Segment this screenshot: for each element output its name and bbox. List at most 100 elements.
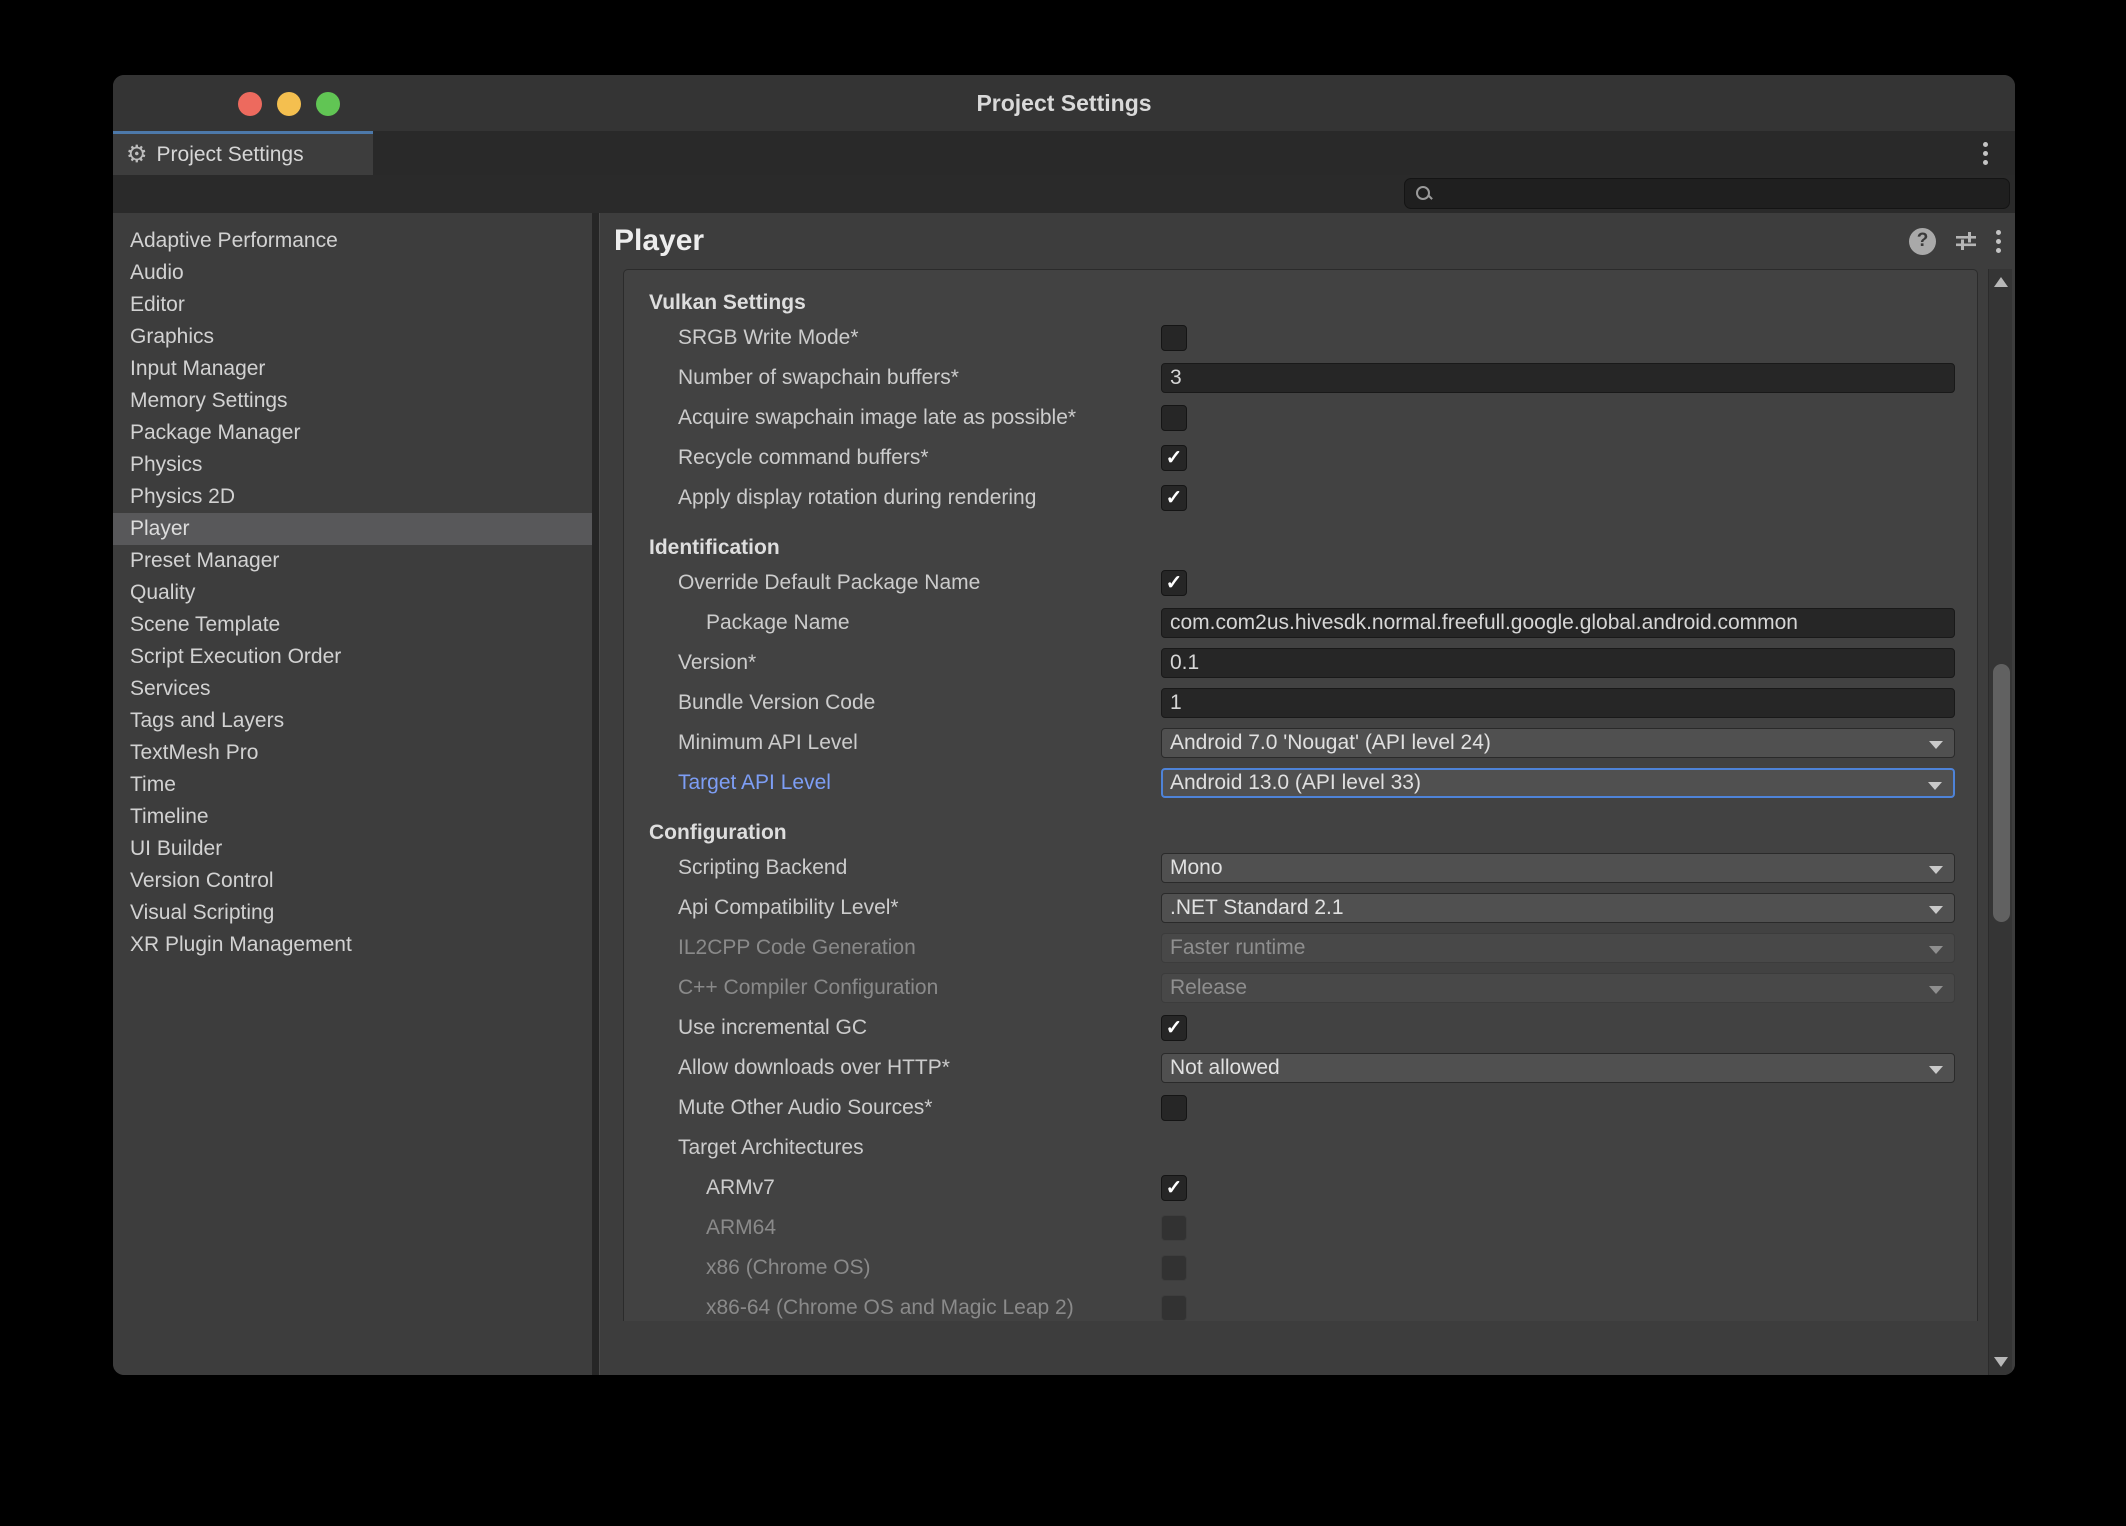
body-row: Adaptive PerformanceAudioEditorGraphicsI…	[113, 213, 2015, 1375]
scrollbar-thumb[interactable]	[1993, 664, 2010, 922]
sidebar-item-physics[interactable]: Physics	[113, 449, 592, 481]
settings-row: Version*0.1	[624, 648, 1977, 678]
sidebar-item-timeline[interactable]: Timeline	[113, 801, 592, 833]
checkbox-checked[interactable]	[1161, 1175, 1187, 1201]
row-label: ARM64	[706, 1216, 776, 1240]
scroll-up-icon[interactable]	[1994, 277, 2008, 287]
sidebar-item-package-manager[interactable]: Package Manager	[113, 417, 592, 449]
sidebar-item-editor[interactable]: Editor	[113, 289, 592, 321]
row-control: com.com2us.hivesdk.normal.freefull.googl…	[1161, 608, 1955, 638]
row-label: Target Architectures	[678, 1136, 864, 1160]
tab-project-settings[interactable]: ⚙ Project Settings	[113, 131, 373, 175]
sidebar-item-version-control[interactable]: Version Control	[113, 865, 592, 897]
dropdown-value: Mono	[1170, 856, 1223, 880]
sidebar-item-ui-builder[interactable]: UI Builder	[113, 833, 592, 865]
sidebar-item-time[interactable]: Time	[113, 769, 592, 801]
row-control	[1161, 443, 1187, 473]
search-icon	[1415, 185, 1432, 202]
dropdown[interactable]: Android 7.0 'Nougat' (API level 24)	[1161, 728, 1955, 758]
sidebar-item-quality[interactable]: Quality	[113, 577, 592, 609]
section-header: Identification	[649, 533, 1977, 563]
project-settings-window: Project Settings ⚙ Project Settings Adap…	[113, 75, 2015, 1375]
checkbox-unchecked[interactable]	[1161, 405, 1187, 431]
checkbox-checked[interactable]	[1161, 485, 1187, 511]
text-field[interactable]: 3	[1161, 363, 1955, 393]
sidebar-item-textmesh-pro[interactable]: TextMesh Pro	[113, 737, 592, 769]
sidebar-item-audio[interactable]: Audio	[113, 257, 592, 289]
row-control	[1161, 483, 1187, 513]
context-menu-kebab-icon[interactable]	[1996, 230, 2001, 253]
sidebar-item-services[interactable]: Services	[113, 673, 592, 705]
row-control	[1161, 568, 1187, 598]
search-field[interactable]	[1404, 178, 2010, 209]
settings-row: Apply display rotation during rendering	[624, 483, 1977, 513]
sidebar-item-adaptive-performance[interactable]: Adaptive Performance	[113, 225, 592, 257]
checkbox-unchecked[interactable]	[1161, 325, 1187, 351]
checkbox-unchecked	[1161, 1215, 1187, 1241]
row-label: x86-64 (Chrome OS and Magic Leap 2)	[706, 1296, 1074, 1320]
text-field[interactable]: 0.1	[1161, 648, 1955, 678]
row-label: Api Compatibility Level*	[678, 896, 899, 920]
settings-row: Scripting BackendMono	[624, 853, 1977, 883]
row-label: Target API Level	[678, 771, 831, 795]
settings-row: Api Compatibility Level* .NET Standard 2.…	[624, 893, 1977, 923]
sidebar-divider[interactable]	[592, 213, 600, 1375]
checkbox-checked[interactable]	[1161, 570, 1187, 596]
row-label: Apply display rotation during rendering	[678, 486, 1036, 510]
sidebar-item-xr-plugin-management[interactable]: XR Plugin Management	[113, 929, 592, 961]
row-control: Android 7.0 'Nougat' (API level 24)	[1161, 728, 1955, 758]
dropdown[interactable]: Mono	[1161, 853, 1955, 883]
sidebar-item-physics-2d[interactable]: Physics 2D	[113, 481, 592, 513]
sidebar-item-scene-template[interactable]: Scene Template	[113, 609, 592, 641]
dropdown-value: Android 7.0 'Nougat' (API level 24)	[1170, 731, 1491, 755]
sidebar-item-visual-scripting[interactable]: Visual Scripting	[113, 897, 592, 929]
tab-label: Project Settings	[157, 143, 304, 167]
dropdown[interactable]: Not allowed	[1161, 1053, 1955, 1083]
sidebar-item-memory-settings[interactable]: Memory Settings	[113, 385, 592, 417]
sidebar-item-graphics[interactable]: Graphics	[113, 321, 592, 353]
row-label: C++ Compiler Configuration	[678, 976, 938, 1000]
row-control: 1	[1161, 688, 1955, 718]
settings-row: ARM64	[624, 1213, 1977, 1243]
chevron-down-icon	[1928, 782, 1942, 790]
row-control	[1161, 1213, 1187, 1243]
scroll-down-icon[interactable]	[1994, 1357, 2008, 1367]
dropdown: Faster runtime	[1161, 933, 1955, 963]
settings-row: ARMv7	[624, 1173, 1977, 1203]
player-settings-content: Vulkan SettingsSRGB Write Mode*Number of…	[623, 269, 1978, 1321]
main-header: Player ?	[600, 213, 2015, 269]
chevron-down-icon	[1929, 986, 1943, 994]
sidebar-item-input-manager[interactable]: Input Manager	[113, 353, 592, 385]
vertical-scrollbar[interactable]	[1988, 269, 2012, 1375]
window-menu-kebab-icon[interactable]	[1983, 141, 1988, 165]
sidebar-item-tags-and-layers[interactable]: Tags and Layers	[113, 705, 592, 737]
row-control: Android 13.0 (API level 33)	[1161, 768, 1955, 798]
dropdown[interactable]: Android 13.0 (API level 33)	[1161, 768, 1955, 798]
search-strip	[113, 175, 2015, 213]
sidebar-item-preset-manager[interactable]: Preset Manager	[113, 545, 592, 577]
chevron-down-icon	[1929, 1066, 1943, 1074]
settings-row: x86-64 (Chrome OS and Magic Leap 2)	[624, 1293, 1977, 1321]
chevron-down-icon	[1929, 741, 1943, 749]
dropdown[interactable]: .NET Standard 2.1	[1161, 893, 1955, 923]
settings-row: Allow downloads over HTTP* Not allowed	[624, 1053, 1977, 1083]
checkbox-checked[interactable]	[1161, 1015, 1187, 1041]
text-field[interactable]: com.com2us.hivesdk.normal.freefull.googl…	[1161, 608, 1955, 638]
settings-row: Target Architectures	[624, 1133, 1977, 1163]
sidebar-item-player[interactable]: Player	[113, 513, 592, 545]
row-control	[1161, 1093, 1187, 1123]
help-icon[interactable]: ?	[1909, 228, 1936, 255]
row-control: Release	[1161, 973, 1955, 1003]
row-control: Mono	[1161, 853, 1955, 883]
row-label: Allow downloads over HTTP*	[678, 1056, 950, 1080]
text-field[interactable]: 1	[1161, 688, 1955, 718]
row-label: Override Default Package Name	[678, 571, 980, 595]
preset-sliders-icon[interactable]	[1953, 228, 1979, 254]
chevron-down-icon	[1929, 866, 1943, 874]
row-control	[1161, 1293, 1187, 1321]
dropdown-value: Release	[1170, 976, 1247, 1000]
checkbox-checked[interactable]	[1161, 445, 1187, 471]
checkbox-unchecked[interactable]	[1161, 1095, 1187, 1121]
sidebar-item-script-execution-order[interactable]: Script Execution Order	[113, 641, 592, 673]
search-input[interactable]	[1439, 182, 2009, 205]
